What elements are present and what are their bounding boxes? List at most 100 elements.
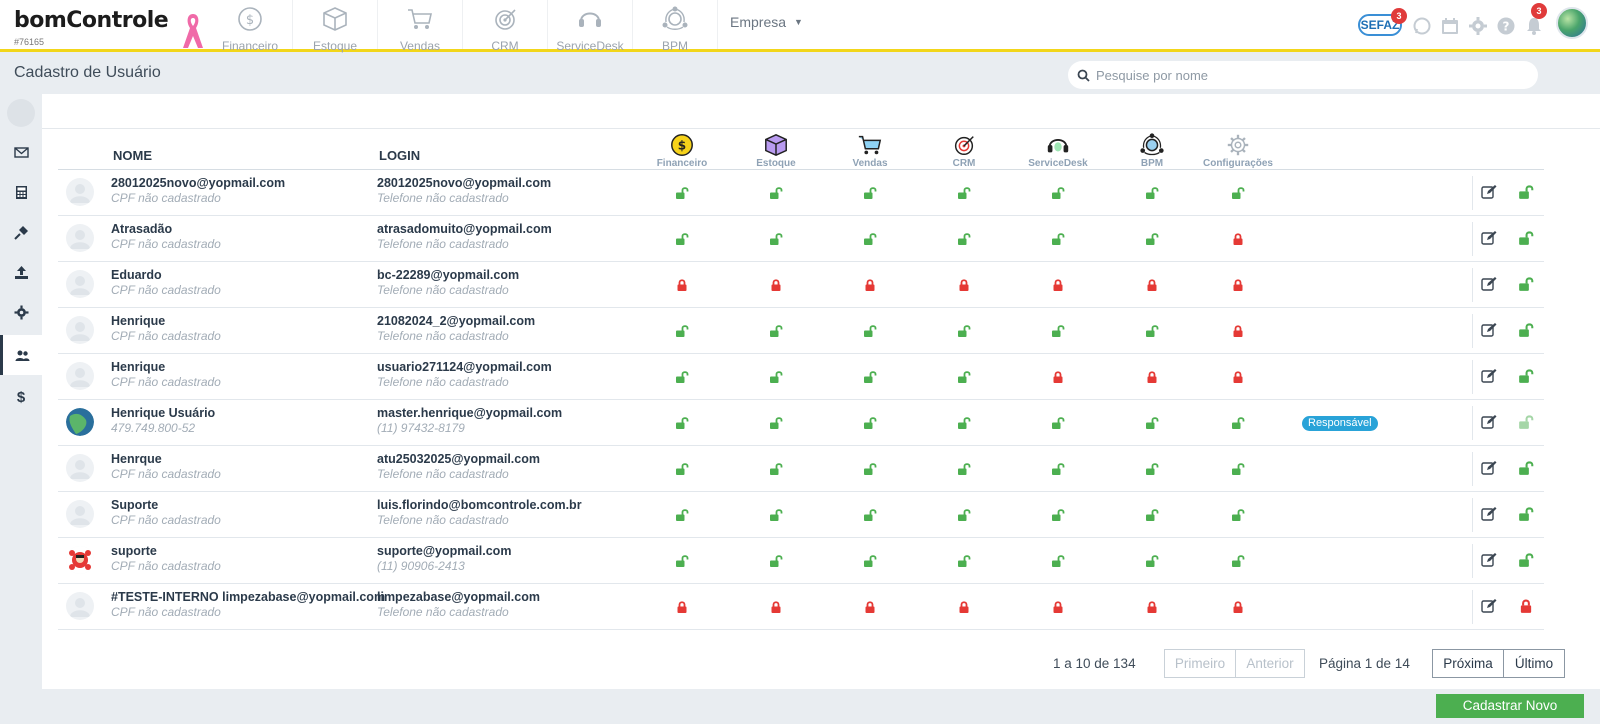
unlock-icon[interactable] [1051, 508, 1065, 522]
unlock-icon[interactable] [957, 554, 971, 568]
unlock-icon[interactable] [769, 462, 783, 476]
sidebar-item-plugins[interactable] [0, 212, 42, 252]
unlock-icon[interactable] [1145, 508, 1159, 522]
unlock-icon[interactable] [675, 324, 689, 338]
lock-icon[interactable] [769, 278, 783, 292]
user-unlock-icon[interactable] [1518, 276, 1534, 292]
user-unlock-icon[interactable] [1518, 184, 1534, 200]
user-unlock-icon[interactable] [1518, 506, 1534, 522]
unlock-icon[interactable] [957, 370, 971, 384]
unlock-icon[interactable] [1145, 324, 1159, 338]
sidebar-item-upload[interactable] [0, 252, 42, 292]
unlock-icon[interactable] [863, 370, 877, 384]
edit-icon[interactable] [1481, 598, 1497, 614]
lock-icon[interactable] [1231, 600, 1245, 614]
empresa-dropdown[interactable]: Empresa ▼ [730, 14, 803, 30]
column-header-estoque[interactable]: Estoque [731, 132, 821, 169]
edit-icon[interactable] [1481, 322, 1497, 338]
unlock-icon[interactable] [863, 508, 877, 522]
column-header-servicedesk[interactable]: ServiceDesk [1013, 132, 1103, 169]
sidebar-item-settings[interactable] [0, 292, 42, 332]
sidebar-toggle-button[interactable] [7, 99, 35, 127]
module-nav-vendas[interactable]: Vendas [378, 0, 463, 53]
user-unlock-icon[interactable] [1518, 414, 1534, 430]
unlock-icon[interactable] [769, 508, 783, 522]
unlock-icon[interactable] [769, 232, 783, 246]
unlock-icon[interactable] [1231, 462, 1245, 476]
lock-icon[interactable] [957, 600, 971, 614]
app-logo[interactable]: bomControle [14, 8, 169, 33]
unlock-icon[interactable] [1051, 554, 1065, 568]
column-header-configurações[interactable]: Configurações [1193, 132, 1283, 169]
lock-icon[interactable] [1231, 370, 1245, 384]
table-row[interactable]: Eduardo CPF não cadastrado bc-22289@yopm… [58, 262, 1544, 308]
help-icon[interactable]: ? [1496, 16, 1516, 36]
table-row[interactable]: Henrique CPF não cadastrado usuario27112… [58, 354, 1544, 400]
unlock-icon[interactable] [1231, 416, 1245, 430]
unlock-icon[interactable] [1051, 416, 1065, 430]
unlock-icon[interactable] [1145, 554, 1159, 568]
unlock-icon[interactable] [1145, 416, 1159, 430]
unlock-icon[interactable] [769, 416, 783, 430]
edit-icon[interactable] [1481, 230, 1497, 246]
unlock-icon[interactable] [1231, 554, 1245, 568]
table-row[interactable]: #TESTE-INTERNO limpezabase@yopmail.com C… [58, 584, 1544, 630]
table-row[interactable]: Henrique CPF não cadastrado 21082024_2@y… [58, 308, 1544, 354]
lock-icon[interactable] [675, 600, 689, 614]
user-unlock-icon[interactable] [1518, 230, 1534, 246]
bell-icon[interactable] [1524, 16, 1544, 36]
edit-icon[interactable] [1481, 506, 1497, 522]
table-row[interactable]: Atrasadão CPF não cadastrado atrasadomui… [58, 216, 1544, 262]
unlock-icon[interactable] [957, 416, 971, 430]
table-row[interactable]: suporte CPF não cadastrado suporte@yopma… [58, 538, 1544, 584]
last-page-button[interactable]: Último [1503, 649, 1565, 678]
prev-page-button[interactable]: Anterior [1235, 649, 1305, 678]
unlock-icon[interactable] [863, 416, 877, 430]
user-unlock-icon[interactable] [1518, 552, 1534, 568]
column-header-login[interactable]: LOGIN [379, 148, 420, 163]
column-header-bpm[interactable]: BPM [1107, 132, 1197, 169]
lock-icon[interactable] [1051, 600, 1065, 614]
unlock-icon[interactable] [1145, 462, 1159, 476]
unlock-icon[interactable] [675, 370, 689, 384]
user-avatar[interactable] [1556, 7, 1588, 39]
lock-icon[interactable] [1231, 278, 1245, 292]
unlock-icon[interactable] [1051, 232, 1065, 246]
gear-icon[interactable] [1468, 16, 1488, 36]
unlock-icon[interactable] [769, 370, 783, 384]
calendar-icon[interactable] [1440, 16, 1460, 36]
cadastrar-novo-button[interactable]: Cadastrar Novo [1436, 694, 1584, 718]
unlock-icon[interactable] [1051, 462, 1065, 476]
unlock-icon[interactable] [675, 462, 689, 476]
unlock-icon[interactable] [863, 324, 877, 338]
edit-icon[interactable] [1481, 368, 1497, 384]
module-nav-financeiro[interactable]: $ Financeiro [208, 0, 293, 53]
lock-icon[interactable] [1145, 278, 1159, 292]
module-nav-servicedesk[interactable]: ServiceDesk [548, 0, 633, 53]
sidebar-item-calculator[interactable] [0, 172, 42, 212]
whatsapp-icon[interactable] [1412, 16, 1432, 36]
lock-icon[interactable] [863, 278, 877, 292]
table-row[interactable]: Henrique Usuário 479.749.800-52 master.h… [58, 400, 1544, 446]
lock-icon[interactable] [957, 278, 971, 292]
user-lock-icon[interactable] [1518, 598, 1534, 614]
lock-icon[interactable] [1231, 324, 1245, 338]
module-nav-bpm[interactable]: BPM [633, 0, 718, 53]
unlock-icon[interactable] [863, 554, 877, 568]
sidebar-item-mail[interactable] [0, 132, 42, 172]
unlock-icon[interactable] [1051, 186, 1065, 200]
unlock-icon[interactable] [957, 186, 971, 200]
edit-icon[interactable] [1481, 460, 1497, 476]
user-unlock-icon[interactable] [1518, 322, 1534, 338]
unlock-icon[interactable] [675, 554, 689, 568]
lock-icon[interactable] [675, 278, 689, 292]
lock-icon[interactable] [1145, 600, 1159, 614]
unlock-icon[interactable] [957, 462, 971, 476]
edit-icon[interactable] [1481, 414, 1497, 430]
module-nav-crm[interactable]: CRM [463, 0, 548, 53]
unlock-icon[interactable] [769, 324, 783, 338]
edit-icon[interactable] [1481, 552, 1497, 568]
table-row[interactable]: 28012025novo@yopmail.com CPF não cadastr… [58, 170, 1544, 216]
unlock-icon[interactable] [957, 232, 971, 246]
lock-icon[interactable] [1051, 370, 1065, 384]
